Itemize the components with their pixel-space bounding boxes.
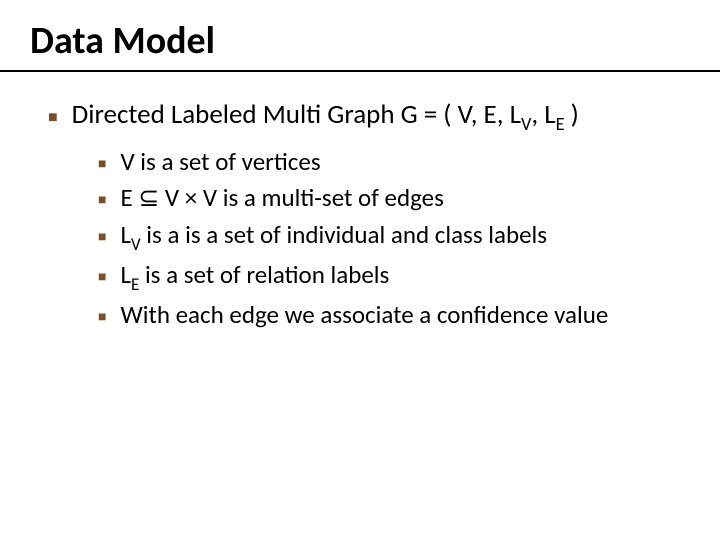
text-fragment: L (120, 259, 131, 290)
square-bullet-icon: ■ (98, 228, 106, 247)
slide-content: ■ Directed Labeled Multi Graph G = ( V, … (0, 72, 720, 331)
level2-text: E ⊆ V × V is a multi-set of edges (120, 181, 443, 216)
bullet-level2: ■ LE is a set of relation labels (98, 258, 692, 296)
text-fragment: L (120, 219, 131, 250)
bullet-level1: ■ Directed Labeled Multi Graph G = ( V, … (48, 98, 692, 135)
slide-title: Data Model (0, 0, 720, 68)
level2-text: With each edge we associate a confidence… (120, 298, 608, 332)
text-fragment: , L (531, 98, 555, 131)
bullet-level2: ■ With each edge we associate a confiden… (98, 298, 692, 332)
level2-text: LE is a set of relation labels (120, 258, 389, 296)
subscript: E (131, 274, 139, 295)
square-bullet-icon: ■ (98, 191, 106, 210)
sub-bullet-list: ■ V is a set of vertices ■ E ⊆ V × V is … (98, 145, 692, 331)
subscript: E (556, 113, 565, 135)
level1-text: Directed Labeled Multi Graph G = ( V, E,… (72, 98, 579, 135)
square-bullet-icon: ■ (48, 108, 58, 128)
level2-text: V is a set of vertices (120, 145, 320, 179)
text-fragment: E (120, 182, 138, 213)
bullet-level2: ■ LV is a is a set of individual and cla… (98, 218, 692, 256)
text-fragment: ) (565, 98, 579, 131)
square-bullet-icon: ■ (98, 268, 106, 287)
text-fragment: is a is a set of individual and class la… (141, 219, 547, 250)
square-bullet-icon: ■ (98, 308, 106, 327)
subset-symbol: ⊆ (138, 184, 159, 212)
bullet-level2: ■ E ⊆ V × V is a multi-set of edges (98, 181, 692, 216)
text-fragment: is a set of relation labels (139, 259, 389, 290)
subscript: V (521, 113, 531, 135)
square-bullet-icon: ■ (98, 155, 106, 174)
subscript: V (131, 234, 141, 255)
slide: Data Model ■ Directed Labeled Multi Grap… (0, 0, 720, 540)
level2-text: LV is a is a set of individual and class… (120, 218, 547, 256)
bullet-level2: ■ V is a set of vertices (98, 145, 692, 179)
text-fragment: Directed Labeled Multi Graph G = ( V, E,… (72, 98, 521, 131)
text-fragment: V × V is a multi-set of edges (159, 182, 444, 213)
